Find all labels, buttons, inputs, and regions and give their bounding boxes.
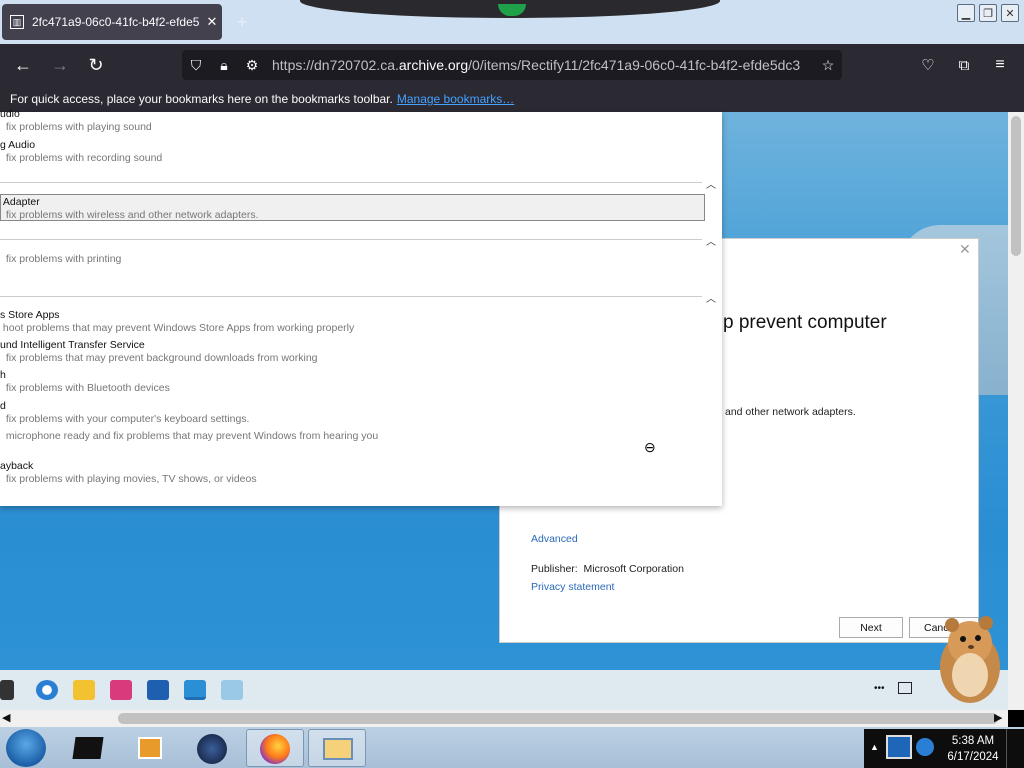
taskbar-app[interactable] [122, 729, 180, 767]
overflow-icon[interactable]: ••• [874, 683, 885, 694]
section-divider [0, 239, 702, 240]
lock-icon[interactable]: 🔒︎ [210, 57, 238, 74]
list-item[interactable]: g Audio fix problems with recording soun… [0, 139, 162, 165]
scroll-left-icon[interactable]: ◀ [2, 711, 10, 724]
start-icon[interactable] [0, 680, 14, 700]
list-item[interactable]: Adapter fix problems with wireless and o… [0, 196, 259, 222]
chevron-up-icon[interactable]: ︿ [706, 290, 716, 305]
chrome-icon[interactable] [36, 680, 58, 700]
scroll-right-icon[interactable]: ▶ [994, 711, 1002, 724]
privacy-statement-link[interactable]: Privacy statement [531, 581, 614, 593]
vertical-scroll-thumb[interactable] [1011, 116, 1021, 256]
bookmarks-hint: For quick access, place your bookmarks h… [10, 92, 393, 106]
maximize-button[interactable]: ❐ [979, 4, 997, 22]
url-text[interactable]: https://dn720702.ca.archive.org/0/items/… [266, 57, 814, 73]
bookmark-star-icon[interactable]: ☆ [814, 57, 842, 74]
list-item[interactable]: fix problems with printing [0, 253, 122, 266]
menu-icon[interactable]: ≡ [987, 52, 1013, 78]
zoom-out-cursor-icon: ⊖ [644, 439, 656, 455]
list-item[interactable]: ayback fix problems with playing movies,… [0, 460, 257, 486]
archive-favicon-icon: ▥ [10, 15, 24, 29]
taskbar-app[interactable] [184, 729, 242, 767]
shield-icon[interactable]: ⛉ [182, 57, 210, 74]
list-item[interactable]: microphone ready and fix problems that m… [0, 430, 378, 443]
tray-network-icon[interactable] [916, 738, 934, 756]
explorer-icon [323, 738, 353, 760]
clock[interactable]: 5:38 AM 6/17/2024 [946, 733, 1000, 765]
manage-bookmarks-link[interactable]: Manage bookmarks… [397, 92, 514, 106]
publisher-line: Publisher: Microsoft Corporation [531, 563, 684, 575]
permissions-icon[interactable]: ⚙ [238, 57, 266, 74]
minimize-button[interactable]: ▁ [957, 4, 975, 22]
new-tab-button[interactable]: + [232, 12, 252, 32]
pocket-icon[interactable]: ♡ [915, 52, 941, 78]
firefox-icon [260, 734, 290, 764]
tab-close-icon[interactable]: ✕ [202, 14, 222, 30]
store-icon[interactable] [147, 680, 169, 700]
media-icon [138, 737, 162, 759]
chevron-up-icon[interactable]: ︿ [706, 176, 716, 191]
bookmarks-toolbar: For quick access, place your bookmarks h… [0, 86, 1024, 112]
url-bar[interactable]: ⛉ 🔒︎ ⚙ https://dn720702.ca.archive.org/0… [182, 50, 842, 80]
control-panel-icon[interactable] [184, 680, 206, 700]
list-item[interactable]: s Store Apps hoot problems that may prev… [0, 309, 354, 335]
taskbar-app-firefox[interactable] [246, 729, 304, 767]
windows-start-icon[interactable] [6, 729, 46, 767]
next-button[interactable]: Next [839, 617, 903, 638]
clock-date: 6/17/2024 [947, 751, 999, 763]
tray-display-icon[interactable] [886, 735, 912, 759]
tab-title: 2fc471a9-06c0-41fc-b4f2-efde5 [32, 15, 200, 29]
advanced-link[interactable]: Advanced [531, 533, 578, 545]
list-item[interactable]: h fix problems with Bluetooth devices [0, 369, 170, 395]
close-window-button[interactable]: ✕ [1001, 4, 1019, 22]
terminal-icon [72, 737, 104, 759]
extensions-icon[interactable]: ⧉ [951, 52, 977, 78]
taskbar-app[interactable] [308, 729, 366, 767]
section-divider [0, 296, 702, 297]
show-desktop-button[interactable] [1006, 729, 1024, 768]
list-item[interactable]: und Intelligent Transfer Service fix pro… [0, 339, 318, 365]
dialog-title: p prevent computer [723, 312, 887, 333]
taskbar-app[interactable] [60, 729, 118, 767]
troubleshooter-list: udio fix problems with playing sound g A… [0, 108, 722, 506]
back-button[interactable]: ← [10, 52, 36, 78]
hamster-sticker-icon [940, 616, 1000, 703]
vm-icon [197, 734, 227, 764]
chevron-up-icon[interactable]: ︿ [706, 233, 716, 248]
media-player-icon[interactable] [110, 680, 132, 700]
file-explorer-icon[interactable] [73, 680, 95, 700]
display-icon[interactable] [898, 682, 912, 694]
clock-time: 5:38 AM [951, 735, 995, 747]
list-item[interactable]: udio fix problems with playing sound [0, 108, 152, 134]
section-divider [0, 182, 702, 183]
network-icon[interactable] [221, 680, 243, 700]
dialog-close-icon[interactable]: ✕ [959, 241, 971, 258]
browser-tab[interactable]: ▥ 2fc471a9-06c0-41fc-b4f2-efde5 ✕ [2, 4, 222, 40]
tray-expand-icon[interactable]: ▲ [870, 742, 879, 752]
reload-button[interactable]: ↻ [83, 52, 109, 78]
list-item[interactable]: d fix problems with your computer's keyb… [0, 400, 249, 426]
horizontal-scroll-thumb[interactable] [118, 713, 998, 724]
dialog-description: and other network adapters. [725, 406, 856, 418]
forward-button[interactable]: → [47, 52, 73, 78]
